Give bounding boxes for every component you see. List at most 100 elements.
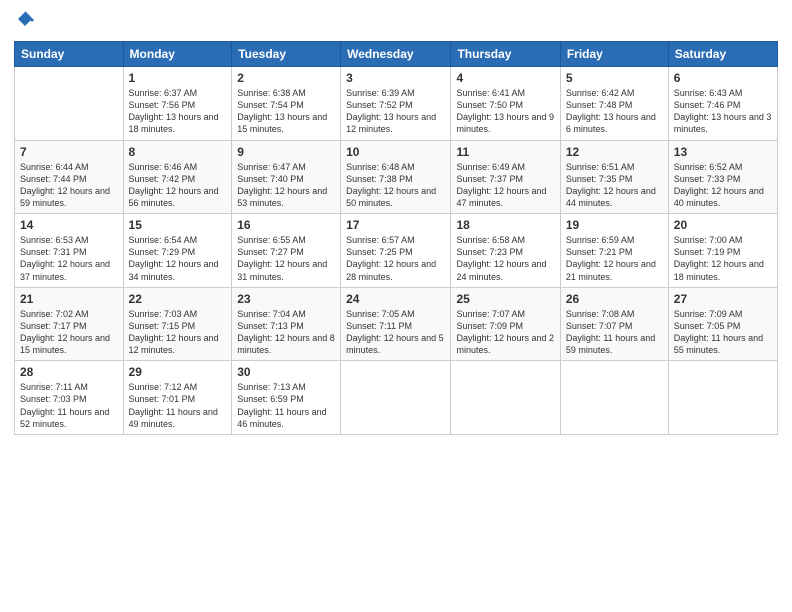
day-info: Sunrise: 6:43 AMSunset: 7:46 PMDaylight:… [674,87,772,136]
day-number: 8 [129,145,227,159]
day-info: Sunrise: 7:00 AMSunset: 7:19 PMDaylight:… [674,234,772,283]
day-cell: 2 Sunrise: 6:38 AMSunset: 7:54 PMDaylight… [232,67,341,141]
day-number: 16 [237,218,335,232]
header [14,10,778,33]
week-row-2: 7Sunrise: 6:44 AMSunset: 7:44 PMDaylight… [15,140,778,214]
day-info: Sunrise: 6:37 AMSunset: 7:56 PMDaylight:… [129,87,227,136]
header-row: SundayMondayTuesdayWednesdayThursdayFrid… [15,42,778,67]
day-number: 4 [456,71,554,85]
day-info: Sunrise: 6:46 AMSunset: 7:42 PMDaylight:… [129,161,227,210]
day-number: 7 [20,145,118,159]
day-info: Sunrise: 7:08 AMSunset: 7:07 PMDaylight:… [566,308,663,357]
day-cell: 9 Sunrise: 6:47 AMSunset: 7:40 PMDaylight… [232,140,341,214]
day-number: 18 [456,218,554,232]
col-header-monday: Monday [123,42,232,67]
day-cell: 19 Sunrise: 6:59 AMSunset: 7:21 PMDayligh… [560,214,668,288]
week-row-5: 28Sunrise: 7:11 AMSunset: 7:03 PMDayligh… [15,361,778,435]
day-number: 19 [566,218,663,232]
day-cell: 16 Sunrise: 6:55 AMSunset: 7:27 PMDayligh… [232,214,341,288]
day-cell [451,361,560,435]
day-cell: 10 Sunrise: 6:48 AMSunset: 7:38 PMDayligh… [341,140,451,214]
day-info: Sunrise: 6:48 AMSunset: 7:38 PMDaylight:… [346,161,445,210]
day-number: 23 [237,292,335,306]
day-cell: 6 Sunrise: 6:43 AMSunset: 7:46 PMDaylight… [668,67,777,141]
week-row-1: 1 Sunrise: 6:37 AMSunset: 7:56 PMDaylight… [15,67,778,141]
day-cell: 22Sunrise: 7:03 AMSunset: 7:15 PMDayligh… [123,287,232,361]
day-info: Sunrise: 7:07 AMSunset: 7:09 PMDaylight:… [456,308,554,357]
calendar: SundayMondayTuesdayWednesdayThursdayFrid… [14,41,778,435]
day-cell: 23Sunrise: 7:04 AMSunset: 7:13 PMDayligh… [232,287,341,361]
day-cell: 18 Sunrise: 6:58 AMSunset: 7:23 PMDayligh… [451,214,560,288]
day-number: 12 [566,145,663,159]
day-cell: 15 Sunrise: 6:54 AMSunset: 7:29 PMDayligh… [123,214,232,288]
day-cell: 8 Sunrise: 6:46 AMSunset: 7:42 PMDaylight… [123,140,232,214]
logo-icon [16,10,34,28]
day-cell: 12 Sunrise: 6:51 AMSunset: 7:35 PMDayligh… [560,140,668,214]
day-cell: 17 Sunrise: 6:57 AMSunset: 7:25 PMDayligh… [341,214,451,288]
day-number: 2 [237,71,335,85]
day-cell [668,361,777,435]
day-cell: 25 Sunrise: 7:07 AMSunset: 7:09 PMDayligh… [451,287,560,361]
day-number: 26 [566,292,663,306]
day-number: 25 [456,292,554,306]
day-info: Sunrise: 6:54 AMSunset: 7:29 PMDaylight:… [129,234,227,283]
week-row-4: 21Sunrise: 7:02 AMSunset: 7:17 PMDayligh… [15,287,778,361]
day-info: Sunrise: 6:53 AMSunset: 7:31 PMDaylight:… [20,234,118,283]
day-number: 6 [674,71,772,85]
col-header-sunday: Sunday [15,42,124,67]
day-number: 13 [674,145,772,159]
day-cell: 14 Sunrise: 6:53 AMSunset: 7:31 PMDayligh… [15,214,124,288]
week-row-3: 14 Sunrise: 6:53 AMSunset: 7:31 PMDayligh… [15,214,778,288]
logo [14,10,34,33]
day-cell [341,361,451,435]
day-cell: 26 Sunrise: 7:08 AMSunset: 7:07 PMDayligh… [560,287,668,361]
day-cell: 7Sunrise: 6:44 AMSunset: 7:44 PMDaylight… [15,140,124,214]
day-number: 10 [346,145,445,159]
day-cell: 1 Sunrise: 6:37 AMSunset: 7:56 PMDaylight… [123,67,232,141]
page: SundayMondayTuesdayWednesdayThursdayFrid… [0,0,792,612]
day-info: Sunrise: 6:41 AMSunset: 7:50 PMDaylight:… [456,87,554,136]
day-cell: 20 Sunrise: 7:00 AMSunset: 7:19 PMDayligh… [668,214,777,288]
day-cell: 27Sunrise: 7:09 AMSunset: 7:05 PMDayligh… [668,287,777,361]
day-info: Sunrise: 6:47 AMSunset: 7:40 PMDaylight:… [237,161,335,210]
day-info: Sunrise: 6:55 AMSunset: 7:27 PMDaylight:… [237,234,335,283]
day-number: 1 [129,71,227,85]
day-number: 22 [129,292,227,306]
day-info: Sunrise: 7:13 AMSunset: 6:59 PMDaylight:… [237,381,335,430]
day-number: 9 [237,145,335,159]
day-number: 17 [346,218,445,232]
logo-text [14,10,34,33]
day-number: 24 [346,292,445,306]
day-number: 20 [674,218,772,232]
day-number: 5 [566,71,663,85]
day-info: Sunrise: 6:59 AMSunset: 7:21 PMDaylight:… [566,234,663,283]
day-info: Sunrise: 7:02 AMSunset: 7:17 PMDaylight:… [20,308,118,357]
day-number: 3 [346,71,445,85]
day-info: Sunrise: 6:58 AMSunset: 7:23 PMDaylight:… [456,234,554,283]
day-info: Sunrise: 6:57 AMSunset: 7:25 PMDaylight:… [346,234,445,283]
day-cell [560,361,668,435]
day-info: Sunrise: 6:38 AMSunset: 7:54 PMDaylight:… [237,87,335,136]
day-number: 30 [237,365,335,379]
day-number: 11 [456,145,554,159]
day-info: Sunrise: 7:09 AMSunset: 7:05 PMDaylight:… [674,308,772,357]
day-cell: 21Sunrise: 7:02 AMSunset: 7:17 PMDayligh… [15,287,124,361]
col-header-friday: Friday [560,42,668,67]
day-number: 28 [20,365,118,379]
day-number: 14 [20,218,118,232]
day-number: 15 [129,218,227,232]
day-info: Sunrise: 6:52 AMSunset: 7:33 PMDaylight:… [674,161,772,210]
day-number: 29 [129,365,227,379]
day-cell: 5 Sunrise: 6:42 AMSunset: 7:48 PMDaylight… [560,67,668,141]
day-info: Sunrise: 6:51 AMSunset: 7:35 PMDaylight:… [566,161,663,210]
day-cell: 11 Sunrise: 6:49 AMSunset: 7:37 PMDayligh… [451,140,560,214]
col-header-thursday: Thursday [451,42,560,67]
day-cell: 29Sunrise: 7:12 AMSunset: 7:01 PMDayligh… [123,361,232,435]
day-cell: 24Sunrise: 7:05 AMSunset: 7:11 PMDayligh… [341,287,451,361]
day-cell: 4 Sunrise: 6:41 AMSunset: 7:50 PMDaylight… [451,67,560,141]
day-info: Sunrise: 6:42 AMSunset: 7:48 PMDaylight:… [566,87,663,136]
day-info: Sunrise: 6:39 AMSunset: 7:52 PMDaylight:… [346,87,445,136]
col-header-tuesday: Tuesday [232,42,341,67]
day-info: Sunrise: 6:49 AMSunset: 7:37 PMDaylight:… [456,161,554,210]
day-cell: 28Sunrise: 7:11 AMSunset: 7:03 PMDayligh… [15,361,124,435]
